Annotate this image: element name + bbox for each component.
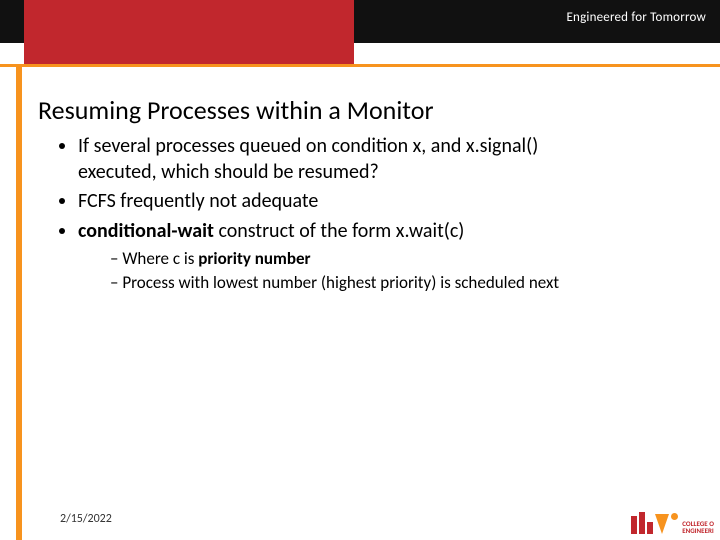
bullet-item: FCFS frequently not adequate (78, 189, 682, 215)
slide-body: If several processes queued on condition… (52, 134, 682, 298)
sub-bullet-item: Process with lowest number (highest prio… (110, 272, 682, 294)
tagline: Engineered for Tomorrow (567, 10, 707, 25)
divider-horizontal (0, 64, 720, 67)
bullet-item: conditional-wait construct of the form x… (78, 219, 682, 294)
bullet-list: If several processes queued on condition… (52, 134, 682, 294)
logo-v-icon (655, 514, 669, 534)
sub-bullet-item: Where c is priority number (110, 248, 682, 270)
slide: Engineered for Tomorrow Resuming Process… (0, 0, 720, 540)
sub-bullet-bold: priority number (198, 248, 310, 269)
bullet-item: If several processes queued on condition… (78, 134, 682, 185)
bullet-text: executed, which should be resumed? (78, 160, 379, 184)
logo-dot-icon (671, 513, 678, 520)
accent-block (24, 0, 354, 64)
sub-bullet-text: Process with lowest number (highest prio… (122, 272, 559, 293)
logo: COLLEGE O ENGINEERI (631, 512, 714, 534)
footer-date: 2/15/2022 (60, 512, 112, 526)
bullet-bold: conditional-wait (78, 219, 214, 243)
logo-text: COLLEGE O ENGINEERI (682, 520, 714, 534)
slide-title: Resuming Processes within a Monitor (38, 94, 434, 126)
logo-m-icon (631, 512, 653, 534)
sub-bullet-text: Where c is (122, 248, 198, 269)
divider-vertical (16, 64, 22, 540)
bullet-text: If several processes queued on condition… (78, 134, 538, 158)
bullet-text: construct of the form x.wait(c) (214, 219, 464, 243)
sub-bullet-list: Where c is priority number Process with … (78, 248, 682, 294)
logo-text-line: ENGINEERI (682, 527, 714, 534)
bullet-text: FCFS frequently not adequate (78, 189, 318, 213)
